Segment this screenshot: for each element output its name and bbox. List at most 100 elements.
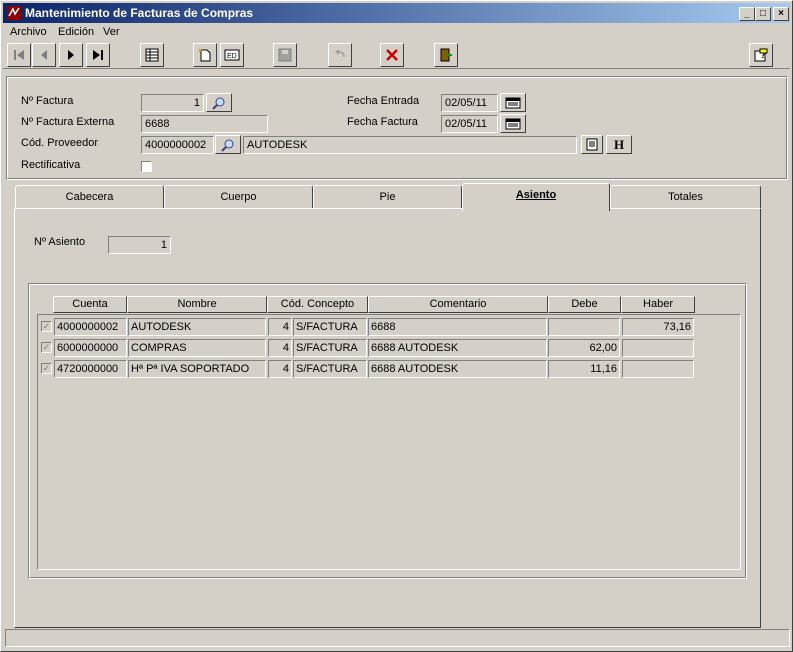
num-externa-label: Nº Factura Externa <box>21 116 115 128</box>
cell-concepto[interactable]: S/FACTURA <box>293 318 367 336</box>
tab-pie[interactable]: Pie <box>313 185 462 209</box>
fecha-factura-field[interactable]: 02/05/11 <box>441 115 498 133</box>
delete-button[interactable] <box>380 43 404 67</box>
maximize-button[interactable]: □ <box>755 7 771 21</box>
new-record-button[interactable] <box>193 43 217 67</box>
save-icon <box>278 48 292 62</box>
cell-debe[interactable]: 62,00 <box>548 339 620 357</box>
rectificativa-checkbox[interactable] <box>141 161 152 172</box>
next-icon <box>68 50 74 60</box>
tab-cabecera[interactable]: Cabecera <box>15 185 164 209</box>
num-factura-label: Nº Factura <box>21 95 74 107</box>
col-header-haber[interactable]: Haber <box>621 296 695 313</box>
row-checkbox[interactable]: ✓ <box>41 342 52 353</box>
cell-nombre[interactable]: AUTODESK <box>128 318 266 336</box>
title-bar[interactable]: Mantenimiento de Facturas de Compras _ □… <box>3 3 790 23</box>
status-bar <box>5 629 790 647</box>
menu-archivo[interactable]: Archivo <box>10 26 47 38</box>
svg-text:ED: ED <box>227 53 237 60</box>
fecha-entrada-label: Fecha Entrada <box>347 95 420 107</box>
col-header-comentario[interactable]: Comentario <box>368 296 548 313</box>
edit-icon: ED <box>224 49 240 61</box>
help-button[interactable]: ? <box>749 43 773 67</box>
notepad-icon <box>586 138 598 151</box>
h-button[interactable]: H <box>606 135 632 154</box>
tab-totales[interactable]: Totales <box>610 185 761 209</box>
previous-icon <box>41 50 47 60</box>
calendar-icon <box>505 97 521 108</box>
cell-nombre[interactable]: Hª Pª IVA SOPORTADO <box>128 360 266 378</box>
main-window: Mantenimiento de Facturas de Compras _ □… <box>0 0 793 652</box>
tab-asiento[interactable]: Asiento <box>462 183 610 211</box>
menu-ver[interactable]: Ver <box>103 26 120 38</box>
cell-haber[interactable]: 73,16 <box>622 318 694 336</box>
col-header-cod-concepto[interactable]: Cód. Concepto <box>267 296 368 313</box>
window-title: Mantenimiento de Facturas de Compras <box>25 6 254 20</box>
proveedor-code-field[interactable]: 4000000002 <box>141 136 214 154</box>
cell-cod[interactable]: 4 <box>268 339 292 357</box>
first-icon <box>14 50 24 60</box>
col-header-cuenta[interactable]: Cuenta <box>53 296 127 313</box>
proveedor-name-field[interactable]: AUTODESK <box>243 136 577 154</box>
magnifier-icon <box>221 139 234 152</box>
cell-haber[interactable] <box>622 339 694 357</box>
fecha-factura-label: Fecha Factura <box>347 116 418 128</box>
grid-list-icon <box>145 48 159 62</box>
fecha-entrada-field[interactable]: 02/05/11 <box>441 94 498 112</box>
delete-x-icon <box>386 49 398 61</box>
proveedor-detail-button[interactable] <box>581 135 603 154</box>
cell-haber[interactable] <box>622 360 694 378</box>
edit-record-button[interactable]: ED <box>220 43 244 67</box>
rectificativa-label: Rectificativa <box>21 159 81 171</box>
num-externa-field[interactable]: 6688 <box>141 115 268 133</box>
magnifier-icon <box>212 97 225 110</box>
next-record-button[interactable] <box>59 43 83 67</box>
row-checkbox[interactable]: ✓ <box>41 321 52 332</box>
exit-button[interactable] <box>434 43 458 67</box>
cell-cuenta[interactable]: 4720000000 <box>54 360 127 378</box>
help-icon: ? <box>754 48 768 62</box>
search-factura-button[interactable] <box>206 93 232 112</box>
cell-comentario[interactable]: 6688 AUTODESK <box>368 360 547 378</box>
header-panel <box>6 76 788 180</box>
app-icon <box>7 6 21 20</box>
undo-button[interactable] <box>328 43 352 67</box>
cell-cuenta[interactable]: 6000000000 <box>54 339 127 357</box>
toolbar: ED ? <box>3 41 790 69</box>
undo-icon <box>335 49 345 58</box>
tab-cuerpo[interactable]: Cuerpo <box>164 185 313 209</box>
cell-debe[interactable]: 11,16 <box>548 360 620 378</box>
cell-cod[interactable]: 4 <box>268 360 292 378</box>
minimize-button[interactable]: _ <box>739 7 755 21</box>
col-header-nombre[interactable]: Nombre <box>127 296 267 313</box>
last-record-button[interactable] <box>86 43 110 67</box>
fecha-entrada-calendar-button[interactable] <box>500 93 526 112</box>
fecha-factura-calendar-button[interactable] <box>500 114 526 133</box>
cell-comentario[interactable]: 6688 AUTODESK <box>368 339 547 357</box>
cell-cuenta[interactable]: 4000000002 <box>54 318 127 336</box>
cell-nombre[interactable]: COMPRAS <box>128 339 266 357</box>
previous-record-button[interactable] <box>32 43 56 67</box>
menu-bar: Archivo Edición Ver <box>3 24 790 42</box>
cell-concepto[interactable]: S/FACTURA <box>293 360 367 378</box>
row-checkbox[interactable]: ✓ <box>41 363 52 374</box>
num-factura-field[interactable]: 1 <box>141 94 204 112</box>
num-asiento-field[interactable]: 1 <box>108 236 171 254</box>
last-icon <box>93 50 103 60</box>
save-button[interactable] <box>273 43 297 67</box>
menu-edicion[interactable]: Edición <box>58 26 94 38</box>
exit-door-icon <box>440 48 452 62</box>
cell-concepto[interactable]: S/FACTURA <box>293 339 367 357</box>
new-document-icon <box>198 48 211 62</box>
col-header-debe[interactable]: Debe <box>548 296 621 313</box>
search-proveedor-button[interactable] <box>215 135 241 154</box>
close-button[interactable]: × <box>773 7 789 21</box>
first-record-button[interactable] <box>7 43 31 67</box>
list-button[interactable] <box>140 43 164 67</box>
num-asiento-label: Nº Asiento <box>34 236 86 248</box>
proveedor-label: Cód. Proveedor <box>21 137 99 149</box>
cell-cod[interactable]: 4 <box>268 318 292 336</box>
cell-comentario[interactable]: 6688 <box>368 318 547 336</box>
cell-debe[interactable] <box>548 318 620 336</box>
calendar-icon <box>505 118 521 129</box>
